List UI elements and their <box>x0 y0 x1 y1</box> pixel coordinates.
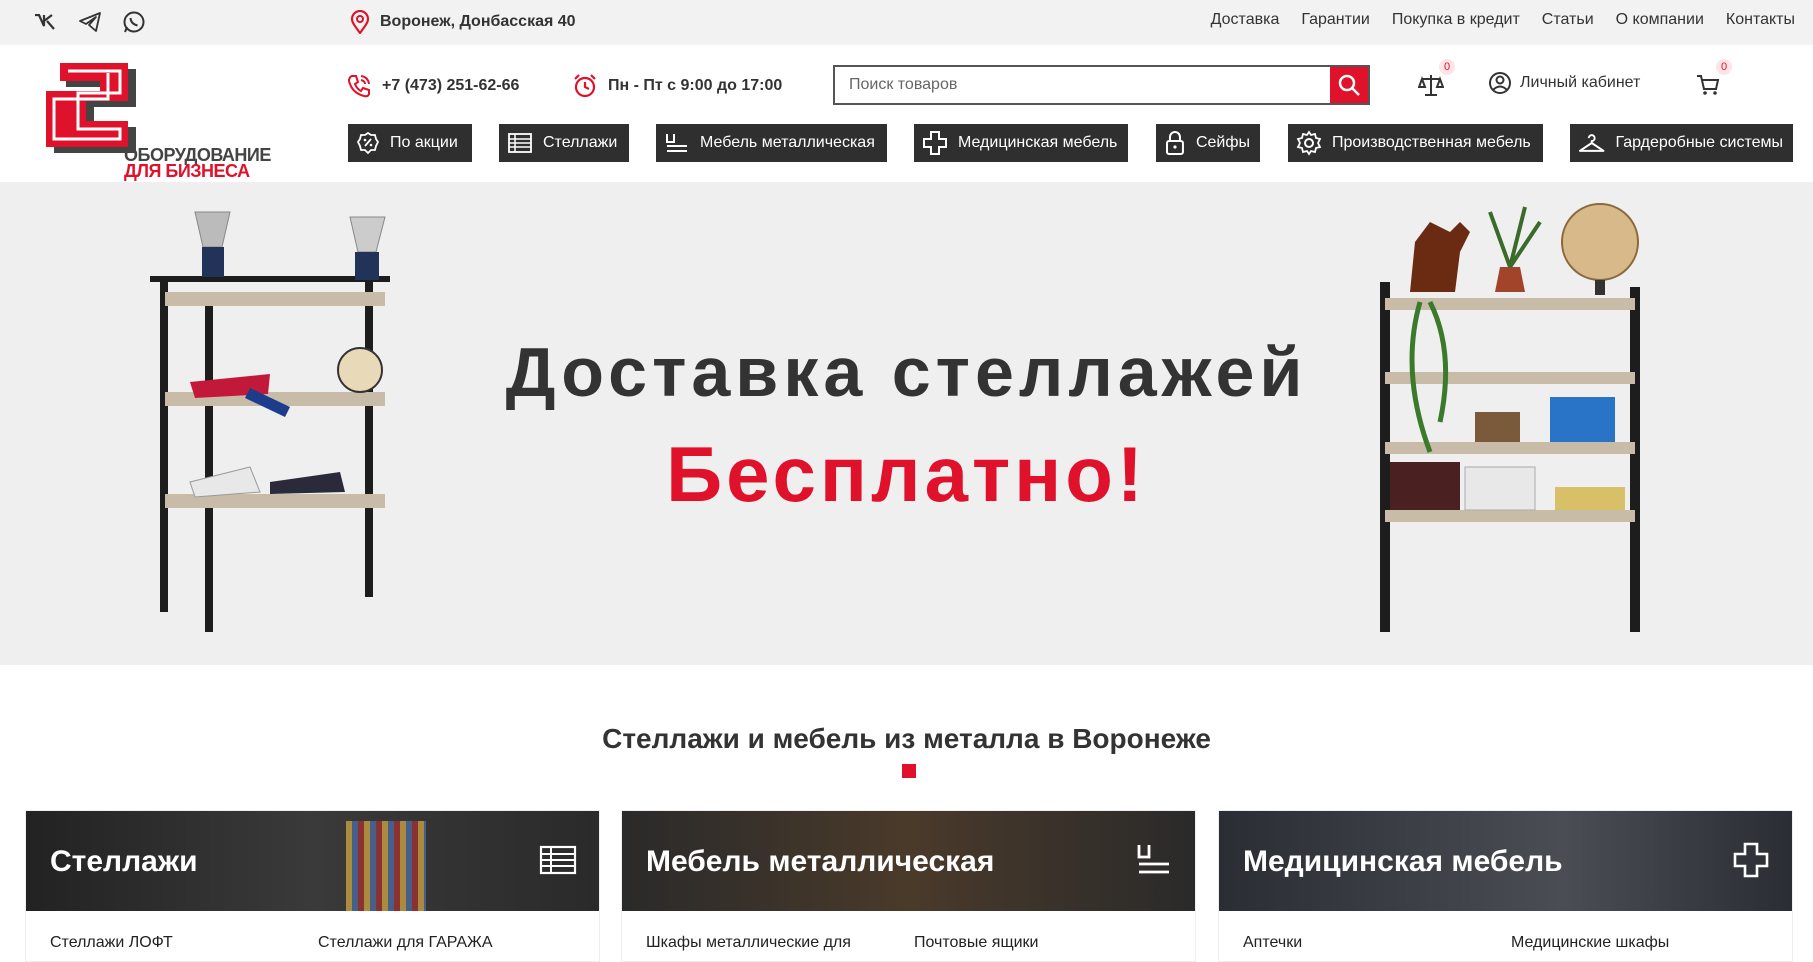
category-button-shelving[interactable]: Стеллажи <box>499 124 629 162</box>
top-nav: Доставка Гарантии Покупка в кредит Стать… <box>1211 11 1795 29</box>
section-title-accent <box>902 764 916 778</box>
medical-cross-icon <box>1732 841 1770 879</box>
phone-icon <box>347 75 370 98</box>
card-link[interactable]: Аптечки <box>1243 934 1302 952</box>
scales-icon <box>1418 75 1444 96</box>
map-pin-icon <box>350 10 370 34</box>
card-header: Мебель металлическая <box>622 811 1195 911</box>
cart-count-badge: 0 <box>1716 59 1732 75</box>
section-title: Стеллажи и мебель из металла в Воронеже <box>602 723 1211 754</box>
lock-icon <box>1165 131 1184 155</box>
nav-link-contacts[interactable]: Контакты <box>1726 11 1795 29</box>
search-bar <box>833 65 1370 105</box>
account-link[interactable]: Личный кабинет <box>1488 71 1640 95</box>
category-button-metal-furniture[interactable]: Мебель металлическая <box>656 124 887 162</box>
telegram-icon[interactable] <box>76 8 104 36</box>
category-button-safes[interactable]: Сейфы <box>1156 124 1260 162</box>
category-card-metal-furniture[interactable]: Мебель металлическая Шкафы металлические… <box>621 810 1196 962</box>
category-card-medical-furniture[interactable]: Медицинская мебель Аптечки Медицинские ш… <box>1218 810 1793 962</box>
category-label: Сейфы <box>1195 134 1250 151</box>
category-label: Мебель металлическая <box>700 134 875 151</box>
card-link[interactable]: Медицинские шкафы <box>1511 934 1669 952</box>
card-link[interactable]: Почтовые ящики <box>914 934 1038 952</box>
category-button-wardrobe-systems[interactable]: Гардеробные системы <box>1570 124 1793 162</box>
card-header: Медицинская мебель <box>1219 811 1792 911</box>
card-link[interactable]: Стеллажи ЛОФТ <box>50 934 173 952</box>
category-label: Производственная мебель <box>1332 134 1531 151</box>
phone-number: +7 (473) 251-62-66 <box>382 77 520 94</box>
location[interactable]: Воронеж, Донбасская 40 <box>350 10 576 34</box>
user-icon <box>1489 72 1511 94</box>
phone[interactable]: +7 (473) 251-62-66 <box>346 73 519 99</box>
whatsapp-icon[interactable] <box>120 8 148 36</box>
category-button-industrial-furniture[interactable]: Производственная мебель <box>1288 124 1543 162</box>
compare-count-badge: 0 <box>1439 59 1455 75</box>
shelving-icon <box>539 841 577 879</box>
hanger-icon <box>1578 134 1605 152</box>
account-label: Личный кабинет <box>1520 74 1641 91</box>
shelf-with-decor-image <box>1380 203 1640 632</box>
hero-banner[interactable]: Доставка стеллажей Бесплатно! <box>0 182 1813 665</box>
shelving-icon <box>508 133 532 153</box>
nav-link-delivery[interactable]: Доставка <box>1211 11 1280 29</box>
card-title: Стеллажи <box>50 845 198 878</box>
search-button[interactable] <box>1330 67 1368 103</box>
category-card-shelving[interactable]: Стеллажи Стеллажи ЛОФТ Стеллажи для ГАРА… <box>25 810 600 962</box>
compare-button[interactable]: 0 <box>1415 59 1455 101</box>
shelf-with-trophies-image <box>150 211 390 632</box>
medical-cross-icon <box>923 131 947 155</box>
alarm-clock-icon <box>574 74 596 98</box>
search-input[interactable] <box>835 67 1330 103</box>
card-title: Медицинская мебель <box>1243 845 1563 878</box>
furniture-icon <box>666 134 687 152</box>
card-title: Мебель металлическая <box>646 845 995 878</box>
logo[interactable]: ОБОРУДОВАНИЕ ДЛЯ БИЗНЕСА <box>36 57 296 181</box>
card-header: Стеллажи <box>26 811 599 911</box>
category-label: Медицинская мебель <box>958 134 1118 151</box>
category-label: По акции <box>390 134 458 151</box>
percent-badge-icon <box>356 131 380 155</box>
gear-icon <box>1296 130 1322 156</box>
category-label: Стеллажи <box>543 134 618 151</box>
card-link[interactable]: Шкафы металлические для <box>646 934 851 952</box>
cart-icon <box>1697 75 1720 95</box>
header: ОБОРУДОВАНИЕ ДЛЯ БИЗНЕСА +7 (473) 251-62… <box>0 45 1813 182</box>
nav-link-about[interactable]: О компании <box>1616 11 1704 29</box>
vk-icon[interactable] <box>32 8 60 36</box>
category-button-sale[interactable]: По акции <box>348 124 472 162</box>
category-button-medical-furniture[interactable]: Медицинская мебель <box>914 124 1128 162</box>
work-hours-text: Пн - Пт с 9:00 до 17:00 <box>608 77 783 94</box>
search-icon <box>1338 74 1360 96</box>
nav-link-guarantees[interactable]: Гарантии <box>1301 11 1370 29</box>
nav-link-credit[interactable]: Покупка в кредит <box>1392 11 1520 29</box>
category-label: Гардеробные системы <box>1615 134 1783 151</box>
nav-link-articles[interactable]: Статьи <box>1542 11 1594 29</box>
location-text: Воронеж, Донбасская 40 <box>380 13 576 30</box>
furniture-icon <box>1135 841 1173 879</box>
cart-button[interactable]: 0 <box>1692 59 1732 101</box>
logo-text-line2: ДЛЯ БИЗНЕСА <box>124 161 250 181</box>
top-bar: Воронеж, Донбасская 40 Доставка Гарантии… <box>0 0 1813 45</box>
card-link[interactable]: Стеллажи для ГАРАЖА <box>318 934 493 952</box>
work-hours: Пн - Пт с 9:00 до 17:00 <box>572 73 782 99</box>
